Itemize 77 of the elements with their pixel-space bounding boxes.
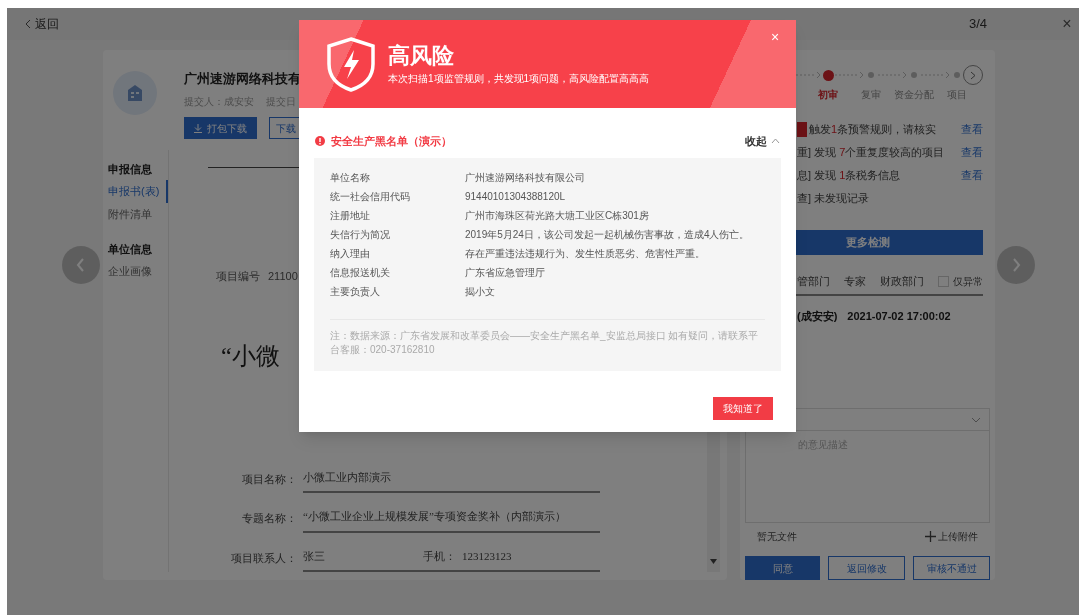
project-number: 21100 <box>268 269 298 284</box>
field-label: 手机： <box>423 548 456 564</box>
building-icon <box>125 84 145 102</box>
reviewer-name: (成安安) <box>797 308 838 324</box>
source-note: 注：数据来源：广东省发展和改革委员会——安全生产黑名单_安监总局接口 如有疑问，请联系平台客服：020-37162810 <box>330 328 760 357</box>
field-value: 小微工业内部演示 <box>303 469 392 485</box>
back-button[interactable]: 返回 <box>25 15 59 33</box>
company-name: 广州速游网络科技有 <box>184 71 302 87</box>
tab[interactable]: 财政部门 <box>880 273 924 290</box>
field-value: “小微工业企业上规模发展”专项资金奖补（内部演示） <box>303 509 566 524</box>
project-number-label: 项目编号 <box>216 269 260 284</box>
checkbox-label: 仅异常 <box>953 274 983 289</box>
scroll-down-icon[interactable] <box>710 559 717 564</box>
chevron-right-icon <box>1011 258 1021 272</box>
checkbox[interactable] <box>938 275 949 287</box>
document-title: “小微 <box>221 341 280 371</box>
nav-heading: 单位信息 <box>108 242 153 257</box>
review-time: 2021-07-02 17:00:02 <box>847 308 951 324</box>
no-files-text: 暂无文件 <box>757 530 797 544</box>
field-value: 123123123 <box>462 548 512 564</box>
chevron-up-icon <box>771 138 780 145</box>
chevron-left-icon <box>25 19 31 29</box>
next-button[interactable] <box>997 246 1035 284</box>
upload-button[interactable]: 上传附件 <box>925 529 978 544</box>
field-label: 项目名称： <box>241 471 297 487</box>
action-button[interactable]: 审核不通过 <box>913 556 990 580</box>
action-button[interactable]: 同意 <box>745 556 820 580</box>
detail-value: 91440101304388120L <box>465 189 566 204</box>
step-connector <box>834 71 865 79</box>
detail-value: 广州速游网络科技有限公司 <box>465 170 585 185</box>
close-button[interactable]: × <box>768 28 782 46</box>
detail-value: 揭小文 <box>465 284 495 299</box>
detail-value: 存在严重违法违规行为、发生性质恶劣、危害性严重。 <box>465 246 705 261</box>
tab[interactable]: 专家 <box>844 273 866 290</box>
view-link[interactable]: 查看 <box>961 121 983 138</box>
dialog-subtitle: 本次扫描1项监管规则，共发现1项问题，高风险配置高高高 <box>388 71 650 86</box>
check-result: 息] 发现 1条税务信息 <box>797 168 901 184</box>
detail-label: 注册地址 <box>330 208 371 223</box>
nav-item[interactable]: 企业画像 <box>108 260 168 283</box>
detail-label: 信息报送机关 <box>330 265 391 280</box>
view-link[interactable]: 查看 <box>961 144 983 161</box>
detail-value: 广东省应急管理厅 <box>465 265 545 280</box>
check-result: 重] 发现 7个重复度较高的项目 <box>797 145 945 161</box>
detail-label: 失信行为简况 <box>330 227 391 242</box>
chevron-down-icon <box>971 416 981 423</box>
check-result: 查] 未发现记录 <box>797 191 870 207</box>
plus-icon <box>925 531 936 542</box>
download-icon <box>194 123 202 133</box>
view-link[interactable]: 查看 <box>961 167 983 184</box>
chevron-left-icon <box>76 258 86 272</box>
tab[interactable]: 管部门 <box>797 273 830 290</box>
detail-label: 单位名称 <box>330 170 371 185</box>
shield-lightning-icon <box>325 36 377 92</box>
close-button[interactable]: × <box>1059 12 1075 36</box>
download-button[interactable]: 打包下载 <box>184 117 257 139</box>
nav-heading: 申报信息 <box>108 162 153 177</box>
nav-item[interactable]: 申报书(表) <box>108 180 168 203</box>
section-title: 安全生产黑名单（演示） <box>331 134 452 149</box>
step-connector <box>920 71 951 79</box>
detail-label: 统一社会信用代码 <box>330 189 411 204</box>
field-label: 专题名称： <box>241 511 297 526</box>
detail-label: 纳入理由 <box>330 246 371 261</box>
dialog-title: 高风险 <box>388 42 455 69</box>
page-counter: 3/4 <box>968 15 987 34</box>
nav-item[interactable]: 附件清单 <box>108 203 168 226</box>
step-connector <box>877 71 908 79</box>
acknowledge-button[interactable]: 我知道了 <box>713 397 773 420</box>
field-label: 项目联系人： <box>230 550 297 566</box>
alert-icon <box>315 136 325 147</box>
action-button[interactable]: 返回修改 <box>828 556 905 580</box>
detail-value: 2019年5月24日，该公司发起一起机械伤害事故，造成4人伤亡。 <box>465 227 750 242</box>
step-label: 初审 <box>817 88 838 102</box>
detail-value: 广州市海珠区荷光路大塘工业区C栋301房 <box>465 208 649 223</box>
previous-button[interactable] <box>62 246 100 284</box>
collapse-toggle[interactable]: 收起 <box>745 133 780 150</box>
check-result: 触发1条预警规则，请核实 <box>809 122 937 138</box>
detail-label: 主要负责人 <box>330 284 381 299</box>
